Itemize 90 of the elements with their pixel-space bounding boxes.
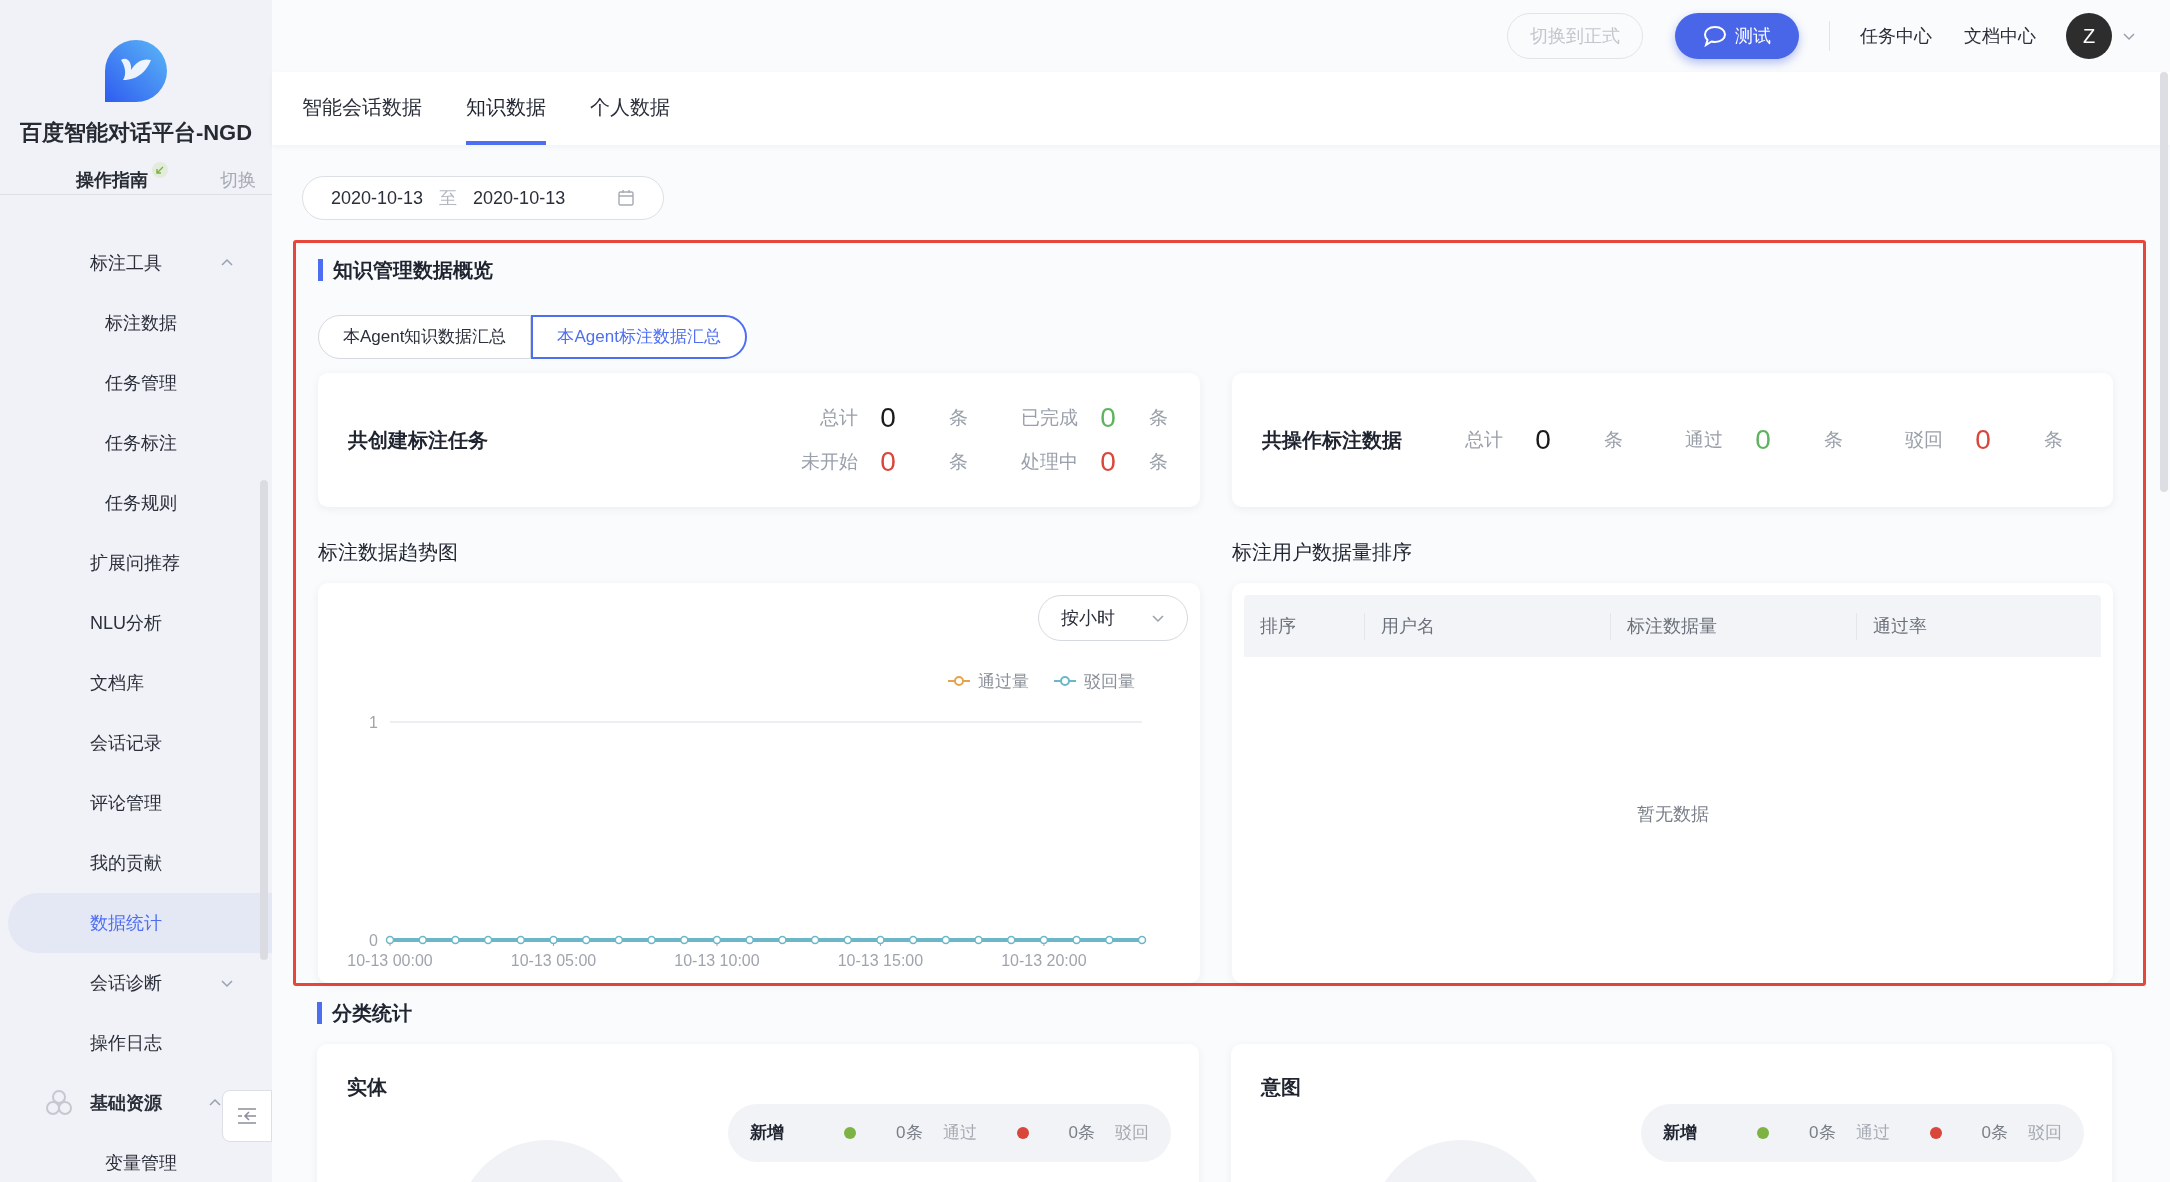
stat-value: 0 xyxy=(1099,445,1117,479)
stat-unit: 条 xyxy=(2042,427,2064,452)
segment-tab[interactable]: 本Agent知识数据汇总 xyxy=(318,315,532,359)
calendar-icon xyxy=(617,189,635,207)
sidebar-item[interactable]: NLU分析 xyxy=(8,593,272,653)
sidebar-item[interactable]: 扩展问推荐 xyxy=(8,533,272,593)
stat-unit: 条 xyxy=(1822,427,1844,452)
date-range-field[interactable]: 2020-10-13 至 2020-10-13 xyxy=(302,176,664,220)
sidebar-item[interactable]: 基础资源 xyxy=(8,1073,226,1133)
stat-label: 未开始 xyxy=(800,449,858,474)
stat-value: 0条 xyxy=(1981,1122,2008,1145)
column-header: 排序 xyxy=(1259,614,1297,638)
stat-label: 处理中 xyxy=(1020,449,1078,474)
stat-label: 新增 xyxy=(1663,1122,1698,1145)
axis-label: 1 xyxy=(369,714,378,731)
tab[interactable]: 个人数据 xyxy=(590,72,670,145)
stat-unit: 条 xyxy=(947,405,969,430)
hexagons-icon xyxy=(44,1089,74,1117)
sidebar-item[interactable]: 数据统计 xyxy=(8,893,272,953)
stat-label: 总计 xyxy=(1464,427,1503,452)
section-title: 知识管理数据概览 xyxy=(333,258,493,283)
stat-label: 驳回 xyxy=(1115,1122,1149,1145)
stat-unit: 条 xyxy=(1147,449,1169,474)
section-heading: 标注数据趋势图 xyxy=(318,540,459,565)
sidebar-item[interactable]: 会话诊断 xyxy=(8,953,272,1013)
chat-icon xyxy=(1703,25,1727,47)
sidebar-item[interactable]: 标注工具 xyxy=(8,233,272,293)
section-heading: 标注用户数据量排序 xyxy=(1232,540,1413,565)
axis-label: 10-13 15:00 xyxy=(837,952,924,969)
segment-tab[interactable]: 本Agent标注数据汇总 xyxy=(531,315,747,359)
card-title: 实体 xyxy=(347,1076,387,1098)
sidebar-item[interactable]: 变量管理 xyxy=(8,1133,272,1182)
stat-label: 通过 xyxy=(942,1122,977,1145)
stat-label: 新增 xyxy=(750,1122,785,1145)
tab[interactable]: 知识数据 xyxy=(466,72,546,145)
stat-value: 0条 xyxy=(1809,1122,1836,1145)
axis-label: 0 xyxy=(369,932,378,949)
stat-value: 0条 xyxy=(1068,1122,1095,1145)
collapse-icon xyxy=(236,1107,258,1125)
stat-value: 0条 xyxy=(896,1122,923,1145)
axis-label: 10-13 05:00 xyxy=(510,952,597,969)
stat-value: 0 xyxy=(879,401,897,435)
tab[interactable]: 智能会话数据 xyxy=(302,72,422,145)
test-button[interactable]: 测试 xyxy=(1675,13,1799,59)
sidebar-item[interactable]: 任务规则 xyxy=(8,473,272,533)
section-title: 分类统计 xyxy=(332,1001,412,1026)
avatar[interactable]: Z xyxy=(2066,13,2112,59)
legend-label: 通过量 xyxy=(978,672,1029,691)
collapse-button[interactable] xyxy=(222,1090,272,1142)
stat-label: 通过 xyxy=(1684,427,1723,452)
stat-value: 0 xyxy=(1534,423,1552,457)
column-header: 用户名 xyxy=(1364,612,1610,640)
card-title: 意图 xyxy=(1261,1076,1301,1098)
stat-unit: 条 xyxy=(1602,427,1624,452)
column-header: 标注数据量 xyxy=(1610,612,1856,640)
date-separator: 至 xyxy=(439,186,458,210)
axis-label: 10-13 20:00 xyxy=(1001,952,1087,969)
sidebar-item[interactable]: 标注数据 xyxy=(8,293,272,353)
stat-value: 0 xyxy=(879,445,897,479)
card-title: 共创建标注任务 xyxy=(348,428,489,453)
guide-link[interactable]: 操作指南 xyxy=(76,167,148,194)
logo-icon xyxy=(105,40,167,102)
platform-title: 百度智能对话平台-NGD xyxy=(19,119,253,147)
stat-unit: 条 xyxy=(1147,405,1169,430)
stat-label: 驳回 xyxy=(1904,427,1943,452)
sidebar-item[interactable]: 任务标注 xyxy=(8,413,272,473)
nav-link[interactable]: 文档中心 xyxy=(1964,22,2036,50)
sidebar-item[interactable]: 评论管理 xyxy=(8,773,272,833)
sidebar-item[interactable]: 操作日志 xyxy=(8,1013,272,1073)
stat-label: 通过 xyxy=(1855,1122,1890,1145)
axis-label: 10-13 10:00 xyxy=(674,952,760,969)
title-bar xyxy=(317,1002,322,1024)
sidebar-item[interactable]: 我的贡献 xyxy=(8,833,272,893)
legend-label: 驳回量 xyxy=(1084,672,1135,691)
card-title: 共操作标注数据 xyxy=(1262,428,1403,453)
stat-label: 驳回 xyxy=(2028,1122,2062,1145)
sidebar-item[interactable]: 文档库 xyxy=(8,653,272,713)
sidebar-item[interactable]: 会话记录 xyxy=(8,713,272,773)
sidebar-item[interactable]: 任务管理 xyxy=(8,353,272,413)
axis-label: 10-13 00:00 xyxy=(347,952,433,969)
stat-label: 已完成 xyxy=(1020,405,1078,430)
stat-value: 0 xyxy=(1754,423,1772,457)
column-header: 通过率 xyxy=(1856,612,2101,640)
stat-unit: 条 xyxy=(947,449,969,474)
stat-label: 总计 xyxy=(819,405,858,430)
empty-text: 暂无数据 xyxy=(1636,802,1709,826)
title-bar xyxy=(318,259,323,281)
stat-value: 0 xyxy=(1974,423,1992,457)
stat-value: 0 xyxy=(1099,401,1117,435)
nav-link[interactable]: 任务中心 xyxy=(1860,22,1932,50)
